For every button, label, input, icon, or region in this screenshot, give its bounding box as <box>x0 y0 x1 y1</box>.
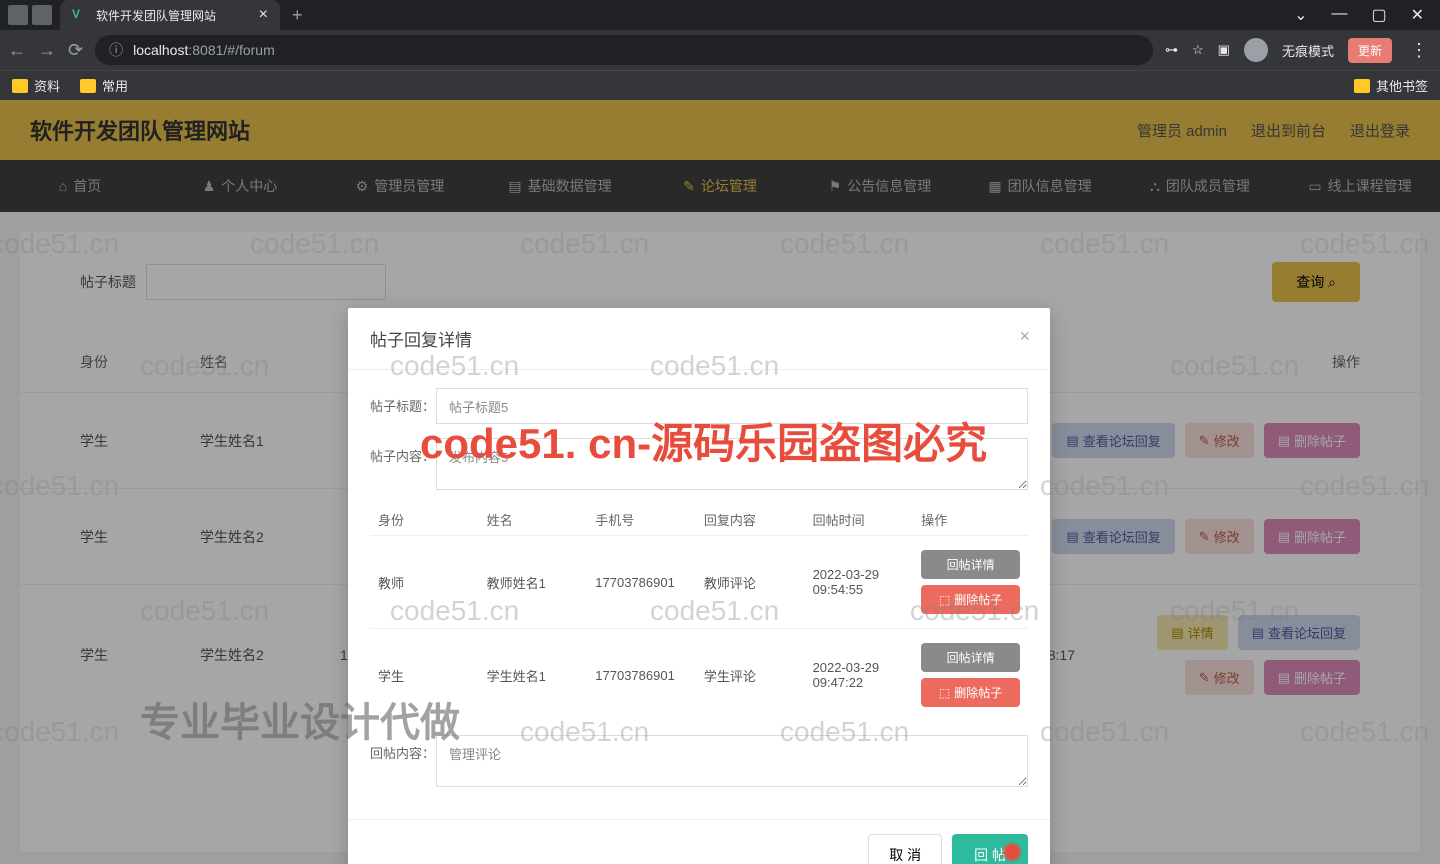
url-bar[interactable]: ⓘ localhost:8081/#/forum <box>95 35 1153 65</box>
vue-icon: V <box>72 7 88 23</box>
folder-icon <box>80 79 96 93</box>
reply-row: 学生 学生姓名1 17703786901 学生评论 2022-03-29 09:… <box>370 628 1028 721</box>
browser-tab[interactable]: V 软件开发团队管理网站 × <box>60 0 280 30</box>
menu-icon[interactable]: ⋮ <box>1406 40 1432 61</box>
reply-table: 身份 姓名 手机号 回复内容 回帖时间 操作 教师 教师姓名1 17703786… <box>370 504 1028 721</box>
reply-textarea[interactable]: 管理评论 <box>436 735 1028 787</box>
url-path: :8081/#/forum <box>188 42 274 58</box>
trash-icon: ⬚ <box>939 686 950 700</box>
window-close-icon[interactable]: ✕ <box>1411 5 1424 25</box>
folder-icon <box>12 79 28 93</box>
forward-icon[interactable]: → <box>38 40 56 61</box>
bookmark-item[interactable]: 常用 <box>80 76 128 95</box>
reply-detail-button[interactable]: 回帖详情 <box>921 550 1020 579</box>
bookmark-item[interactable]: 资料 <box>12 76 60 95</box>
bookmarks-bar: 资料 常用 其他书签 <box>0 70 1440 100</box>
cancel-button[interactable]: 取 消 <box>868 834 942 864</box>
cursor-icon <box>1002 842 1022 862</box>
minimize-icon[interactable]: — <box>1331 5 1347 25</box>
close-icon[interactable]: × <box>1019 326 1030 347</box>
reply-delete-button[interactable]: ⬚删除帖子 <box>921 585 1020 614</box>
label-content: 帖子内容： <box>370 438 436 465</box>
sys-icon <box>8 5 28 25</box>
chevron-down-icon[interactable]: ⌄ <box>1294 5 1307 25</box>
url-host: localhost <box>133 42 188 58</box>
update-button[interactable]: 更新 <box>1348 38 1392 63</box>
star-icon[interactable]: ☆ <box>1192 42 1204 58</box>
modal-title: 帖子回复详情 <box>370 331 472 350</box>
trash-icon: ⬚ <box>939 593 950 607</box>
incognito-label: 无痕模式 <box>1282 41 1334 60</box>
extension-icon[interactable]: ▣ <box>1218 42 1230 58</box>
key-icon[interactable]: ⊶ <box>1165 42 1178 58</box>
tab-title: 软件开发团队管理网站 <box>96 7 216 24</box>
other-bookmarks[interactable]: 其他书签 <box>1354 76 1428 95</box>
content-textarea[interactable]: 发布内容5 <box>436 438 1028 490</box>
reply-row: 教师 教师姓名1 17703786901 教师评论 2022-03-29 09:… <box>370 535 1028 628</box>
label-title: 帖子标题： <box>370 388 436 415</box>
close-icon[interactable]: × <box>259 6 268 24</box>
reload-icon[interactable]: ⟳ <box>68 40 83 61</box>
reply-delete-button[interactable]: ⬚删除帖子 <box>921 678 1020 707</box>
browser-nav: ← → ⟳ ⓘ localhost:8081/#/forum ⊶ ☆ ▣ 无痕模… <box>0 30 1440 70</box>
incognito-icon <box>1244 38 1268 62</box>
submit-reply-button[interactable]: 回 帖 <box>952 834 1028 864</box>
maximize-icon[interactable]: ▢ <box>1371 5 1386 25</box>
label-reply: 回帖内容： <box>370 735 436 762</box>
info-icon: ⓘ <box>109 40 123 60</box>
title-input[interactable] <box>436 388 1028 424</box>
back-icon[interactable]: ← <box>8 40 26 61</box>
reply-detail-modal: 帖子回复详情 × 帖子标题： 帖子内容： 发布内容5 身份 姓名 手机号 回复内… <box>348 308 1050 864</box>
new-tab-icon[interactable]: + <box>280 5 315 26</box>
reply-detail-button[interactable]: 回帖详情 <box>921 643 1020 672</box>
folder-icon <box>1354 79 1370 93</box>
sys-icon <box>32 5 52 25</box>
browser-tab-bar: V 软件开发团队管理网站 × + ⌄ — ▢ ✕ <box>0 0 1440 30</box>
